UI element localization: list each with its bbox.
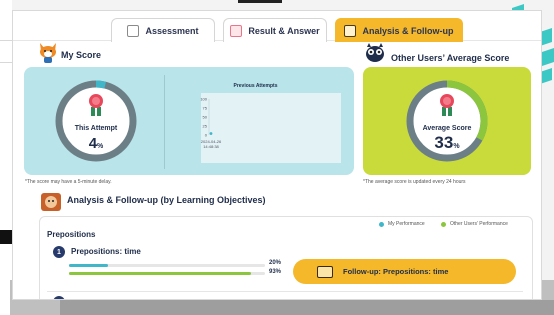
result-icon [230,24,243,37]
report-card: Assessment Result & Answer Analysis & Fo… [12,10,542,300]
average-score-label: Average Score [422,125,472,132]
legend-my-performance: My Performance [379,221,425,227]
decorative-tile [542,48,554,66]
monster-mascot-icon [366,43,384,62]
tab-result-answer[interactable]: Result & Answer [223,18,327,42]
average-score-gauge: Average Score 33% [403,77,491,165]
y-tick-label: 100 [200,97,207,102]
chart-svg: 10075502502024-04-2614:48:38 [200,93,341,163]
my-performance-percent: 20% [269,260,282,266]
y-tick-label: 75 [203,106,208,111]
background-bar [60,300,554,315]
legend-dot [441,221,446,227]
other-users-panel: Average Score 33% [363,67,531,175]
tab-label: Result & Answer [248,25,320,36]
legend-others-performance: Other Users’ Performance [441,221,508,227]
follow-up-label: Follow-up: Prepositions: time [343,267,449,276]
tab-label: Assessment [145,25,199,36]
others-performance-bar [69,272,265,275]
analysis-title: Analysis & Follow-up (by Learning Object… [67,195,266,205]
tab-label: Analysis & Follow-up [362,25,454,36]
follow-up-button[interactable]: Follow-up: Prepositions: time [293,259,516,284]
bear-mascot-icon [41,193,61,211]
data-point [209,132,213,135]
analysis-icon [344,24,357,37]
background-strip [0,0,12,315]
objective-divider [47,291,523,292]
assessment-icon [127,24,140,37]
plot-area [201,93,341,163]
topic-heading: Prepositions [47,230,96,239]
previous-attempts-chart: Previous Attempts 100 75 50 25 0 2024-04-26 14… [164,75,346,169]
legend-label: Other Users’ Performance [450,221,508,227]
objective-name: Prepositions: time [71,247,141,256]
other-users-title: Other Users’ Average Score [391,53,510,63]
y-tick-label: 25 [203,124,208,129]
legend-dot [379,221,384,227]
my-score-label: This Attempt [74,125,118,132]
average-score-value: 33% [434,133,460,152]
background-divider [0,62,12,63]
my-score-title: My Score [61,50,102,60]
my-score-value: 4% [88,135,104,152]
tab-assessment[interactable]: Assessment [111,18,215,42]
follow-up-icon [317,265,333,278]
my-score-panel: This Attempt 4% Previous Attempts 100 75 5… [24,67,354,175]
y-tick-label: 50 [203,115,208,120]
others-performance-fill [69,272,252,275]
top-edge-mark [238,0,282,3]
background-divider [0,40,12,41]
x-tick-label: 14:48:38 [203,144,219,149]
objectives-panel [39,216,533,299]
objective-number: 1 [53,246,65,258]
legend-label: My Performance [388,221,425,227]
tab-bar: Assessment Result & Answer Analysis & Fo… [13,11,541,42]
average-update-note: *The average score is updated every 24 h… [363,179,466,185]
my-performance-bar [69,264,265,267]
tab-analysis-follow-up[interactable]: Analysis & Follow-up [335,18,463,42]
others-performance-percent: 93% [269,269,282,275]
fox-mascot-icon [40,43,56,63]
score-delay-note: *The score may have a 5-minute delay. [25,179,112,185]
my-performance-fill [69,264,109,267]
my-score-gauge: This Attempt 4% [52,77,140,165]
